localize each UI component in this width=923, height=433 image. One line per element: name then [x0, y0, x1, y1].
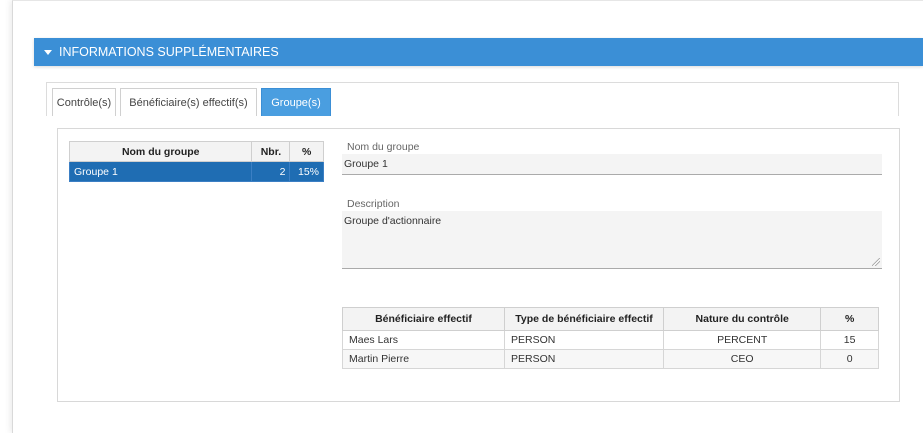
group-name-field[interactable]: Groupe 1	[342, 154, 882, 175]
beneficiary-type-cell: PERSON	[503, 349, 665, 369]
tab-controles[interactable]: Contrôle(s)	[52, 88, 116, 116]
column-header-percent[interactable]: %	[820, 307, 879, 331]
column-header-beneficiary-type[interactable]: Type de bénéficiaire effectif	[503, 307, 665, 331]
table-row[interactable]: Maes Lars PERSON PERCENT 15	[342, 330, 879, 350]
groups-table: Nom du groupe Nbr. % Groupe 1 2 15%	[68, 141, 324, 182]
column-header-group-name[interactable]: Nom du groupe	[68, 141, 253, 162]
percent-cell: 15	[820, 330, 879, 350]
resize-handle-icon[interactable]	[872, 258, 880, 266]
description-textarea[interactable]: Groupe d'actionnaire	[342, 211, 882, 269]
control-nature-cell: PERCENT	[663, 330, 822, 350]
group-percent-cell[interactable]: 15%	[289, 161, 324, 182]
beneficiary-type-cell: PERSON	[503, 330, 665, 350]
column-header-count[interactable]: Nbr.	[251, 141, 291, 162]
control-nature-cell: CEO	[663, 349, 822, 369]
section-title: INFORMATIONS SUPPLÉMENTAIRES	[59, 45, 279, 59]
beneficiaries-table: Bénéficiaire effectif Type de bénéficiai…	[342, 307, 879, 369]
beneficiary-name-cell: Maes Lars	[342, 330, 505, 350]
tab-groupes[interactable]: Groupe(s)	[261, 88, 331, 116]
tabs-bar: Contrôle(s) Bénéficiaire(s) effectif(s) …	[46, 82, 899, 116]
column-header-control-nature[interactable]: Nature du contrôle	[663, 307, 822, 331]
section-header[interactable]: INFORMATIONS SUPPLÉMENTAIRES	[34, 38, 923, 66]
description-text: Groupe d'actionnaire	[344, 215, 442, 227]
column-header-percent[interactable]: %	[289, 141, 324, 162]
column-header-beneficiary[interactable]: Bénéficiaire effectif	[342, 307, 505, 331]
group-count-cell[interactable]: 2	[251, 161, 291, 182]
percent-cell: 0	[820, 349, 879, 369]
caret-down-icon	[44, 50, 52, 55]
group-name-cell[interactable]: Groupe 1	[68, 161, 253, 182]
beneficiary-name-cell: Martin Pierre	[342, 349, 505, 369]
group-name-label: Nom du groupe	[347, 141, 420, 153]
description-label: Description	[347, 198, 400, 210]
table-row[interactable]: Groupe 1 2 15%	[68, 161, 324, 182]
tab-beneficiaires-effectifs[interactable]: Bénéficiaire(s) effectif(s)	[120, 88, 257, 116]
table-row[interactable]: Martin Pierre PERSON CEO 0	[342, 349, 879, 369]
